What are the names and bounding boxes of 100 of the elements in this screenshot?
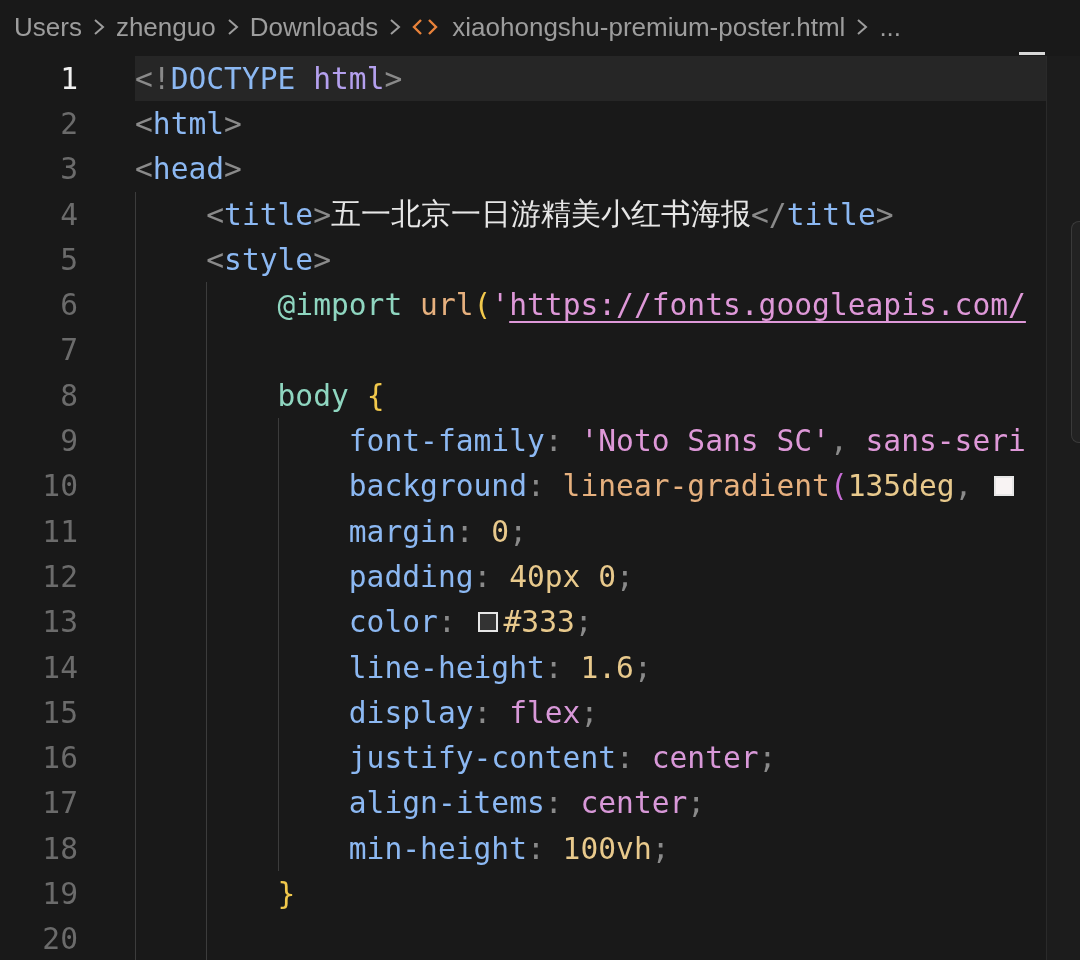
code-tag: title xyxy=(786,197,876,232)
line-number: 16 xyxy=(41,741,78,776)
code-property: padding xyxy=(348,559,474,594)
code-punctuation: > xyxy=(224,106,242,141)
code-tag: title xyxy=(224,197,314,232)
code-selector: body xyxy=(277,378,350,413)
line-number: 9 xyxy=(59,424,78,458)
code-punctuation: < xyxy=(206,197,225,232)
code-bracket: ( xyxy=(829,469,848,504)
code-punctuation: : xyxy=(526,831,546,866)
code-punctuation: : xyxy=(544,786,564,821)
line-number: 10 xyxy=(41,469,78,504)
code-property: display xyxy=(348,695,474,730)
code-property: min-height xyxy=(348,831,527,866)
code-text: 五一北京一日游精美小红书海报 xyxy=(331,196,751,234)
code-number: 100vh xyxy=(562,831,652,866)
code-punctuation: ; xyxy=(580,695,599,730)
line-number: 13 xyxy=(41,605,78,640)
code-tag: html xyxy=(152,106,225,141)
code-punctuation: : xyxy=(616,741,635,776)
code-file-icon xyxy=(412,17,439,37)
code-punctuation: ; xyxy=(509,514,527,549)
line-number: 3 xyxy=(59,152,78,187)
scrollbar-thumb[interactable] xyxy=(1071,221,1080,443)
code-keyword: html xyxy=(313,61,385,96)
code-punctuation: : xyxy=(473,695,493,730)
code-number: #333 xyxy=(503,605,575,640)
code-property: font-family xyxy=(348,424,545,458)
code-tag: DOCTYPE xyxy=(170,61,314,96)
line-number: 7 xyxy=(59,333,78,368)
code-number: 135deg xyxy=(847,469,955,504)
color-swatch[interactable] xyxy=(994,476,1015,497)
line-number: 12 xyxy=(41,559,78,594)
line-number: 17 xyxy=(41,786,78,821)
code-property: justify-content xyxy=(348,741,617,776)
code-punctuation: : xyxy=(455,514,475,549)
line-number: 8 xyxy=(59,378,78,413)
code-punctuation: ; xyxy=(687,786,706,821)
code-property: background xyxy=(348,469,527,504)
code-punctuation: : xyxy=(526,469,546,504)
line-number: 5 xyxy=(59,242,78,277)
line-number: 15 xyxy=(41,695,78,730)
line-number: 4 xyxy=(59,197,78,232)
code-bracket: ( xyxy=(473,288,492,323)
breadcrumb-item[interactable]: Users xyxy=(14,11,82,43)
code-punctuation: < xyxy=(206,242,225,277)
line-number: 11 xyxy=(41,514,78,549)
code-function: url xyxy=(420,288,474,323)
code-function: linear-gradient xyxy=(562,469,830,504)
code-tag: head xyxy=(152,152,225,187)
code-punctuation: : xyxy=(544,650,564,685)
line-number: 20 xyxy=(41,922,78,957)
breadcrumb-item[interactable]: zhenguo xyxy=(115,11,216,43)
breadcrumb-item[interactable]: Downloads xyxy=(249,11,379,43)
code-punctuation: ; xyxy=(651,831,670,866)
code-number: 40px 0 xyxy=(509,559,617,594)
line-number: 14 xyxy=(41,650,78,685)
code-tag: style xyxy=(224,242,314,277)
code-punctuation: : xyxy=(437,605,457,640)
code-punctuation: ; xyxy=(758,741,777,776)
code-punctuation: > xyxy=(384,61,403,96)
code-punctuation: ; xyxy=(633,650,652,685)
code-punctuation: ; xyxy=(574,605,593,640)
code-bracket: } xyxy=(277,877,296,911)
code-value: center xyxy=(651,741,759,776)
line-number: 2 xyxy=(59,106,78,141)
code-string: ' xyxy=(491,288,510,323)
code-property: color xyxy=(348,605,438,640)
code-punctuation: </ xyxy=(751,197,787,232)
color-swatch[interactable] xyxy=(477,612,498,633)
breadcrumb-more[interactable]: ... xyxy=(879,11,902,43)
code-value: flex xyxy=(509,695,581,730)
code-number: 0 xyxy=(491,514,510,549)
cursor-position-marker xyxy=(1019,52,1045,55)
code-punctuation: ; xyxy=(616,559,634,594)
code-punctuation: : xyxy=(544,424,564,458)
line-number: 18 xyxy=(41,831,78,866)
breadcrumb-item[interactable]: xiaohongshu-premium-poster.html xyxy=(452,11,846,43)
code-string: 'Noto Sans SC' xyxy=(580,424,830,458)
code-punctuation: < xyxy=(135,106,153,141)
line-number: 6 xyxy=(59,288,78,323)
line-number: 1 xyxy=(59,61,78,96)
code-punctuation: , xyxy=(954,469,974,504)
code-punctuation: , xyxy=(829,424,849,458)
code-value: center xyxy=(580,786,688,821)
code-punctuation: : xyxy=(473,559,493,594)
code-property: line-height xyxy=(348,650,545,685)
code-bracket: { xyxy=(366,378,385,413)
code-link[interactable]: https://fonts.googleapis.com/ xyxy=(509,288,1026,323)
chevron-right-icon xyxy=(855,17,870,37)
code-punctuation: > xyxy=(313,197,331,232)
code-punctuation: > xyxy=(313,242,331,277)
code-punctuation: <! xyxy=(135,61,171,96)
code-punctuation: > xyxy=(875,197,894,232)
code-property: margin xyxy=(348,514,456,549)
code-keyword: @import xyxy=(277,288,404,323)
code-string: sans-seri xyxy=(865,424,1026,458)
code-punctuation: < xyxy=(135,152,153,187)
code-number: 1.6 xyxy=(580,650,634,685)
line-number: 19 xyxy=(41,877,78,911)
